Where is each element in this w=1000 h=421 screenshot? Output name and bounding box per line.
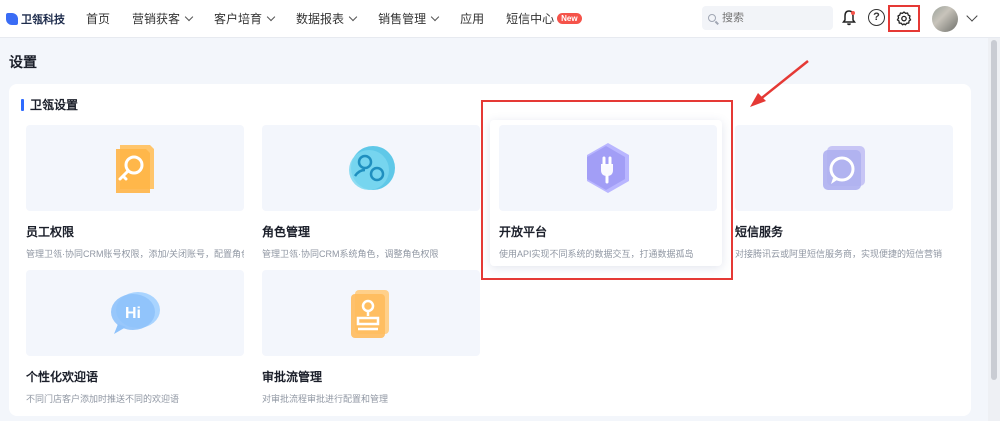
annotation-highlight-box	[481, 100, 733, 280]
users-icon	[349, 146, 395, 190]
card-thumb	[26, 125, 244, 211]
nav-label: 短信中心	[506, 12, 555, 26]
card-title: 员工权限	[26, 225, 75, 239]
logo[interactable]: 卫瓴科技	[0, 11, 78, 27]
message-icon	[823, 146, 865, 190]
chat-hi-icon: Hi	[111, 292, 160, 334]
card-title: 审批流管理	[262, 370, 323, 384]
card-approval-flow[interactable]: 审批流管理 对审批流程审批进行配置和管理	[262, 270, 480, 405]
section-title-text: 卫瓴设置	[30, 98, 79, 112]
nav-item-nurture[interactable]: 客户培育	[206, 0, 288, 38]
card-role-management[interactable]: 角色管理 管理卫瓴·协同CRM系统角色，调整角色权限	[262, 125, 480, 260]
bell-icon[interactable]	[842, 10, 856, 26]
card-desc: 不同门店客户添加时推送不同的欢迎语	[26, 394, 180, 404]
chevron-down-icon	[348, 12, 358, 22]
card-welcome-message[interactable]: Hi 个性化欢迎语 不同门店客户添加时推送不同的欢迎语	[26, 270, 244, 405]
page-title: 设置	[9, 54, 37, 70]
nav-label: 客户培育	[214, 12, 263, 26]
gear-icon	[896, 10, 912, 25]
search-box[interactable]	[702, 6, 833, 30]
help-icon[interactable]: ?	[868, 9, 885, 26]
card-desc: 管理卫瓴·协同CRM账号权限，添加/关闭账号，配置角色	[26, 249, 244, 259]
stamp-icon	[351, 290, 389, 338]
avatar[interactable]	[932, 6, 958, 32]
chevron-down-icon	[184, 12, 194, 22]
card-thumb	[262, 270, 480, 356]
section-accent-bar	[21, 98, 24, 111]
nav-label: 应用	[460, 12, 485, 26]
new-badge: New	[557, 13, 582, 24]
nav-item-reports[interactable]: 数据报表	[288, 0, 370, 38]
nav-item-apps[interactable]: 应用	[452, 0, 498, 38]
card-desc: 对接腾讯云或阿里短信服务商，实现便捷的短信营销	[735, 249, 943, 259]
card-thumb	[735, 125, 953, 211]
nav-item-marketing[interactable]: 营销获客	[124, 0, 206, 38]
card-sms-service[interactable]: 短信服务 对接腾讯云或阿里短信服务商，实现便捷的短信营销	[735, 125, 953, 260]
card-title: 角色管理	[262, 225, 311, 239]
chevron-down-icon	[266, 12, 276, 22]
card-employee-permissions[interactable]: 员工权限 管理卫瓴·协同CRM账号权限，添加/关闭账号，配置角色	[26, 125, 244, 260]
section-title: 卫瓴设置	[21, 96, 78, 113]
nav-item-sms-center[interactable]: 短信中心 New	[498, 0, 595, 38]
search-icon	[708, 14, 716, 22]
main-nav: 首页 营销获客 客户培育 数据报表 销售管理 应用 短信中心 New	[78, 0, 596, 38]
nav-label: 销售管理	[378, 12, 427, 26]
nav-label: 数据报表	[296, 12, 345, 26]
scrollbar-thumb[interactable]	[991, 40, 997, 380]
card-title: 短信服务	[735, 225, 784, 239]
card-thumb: Hi	[26, 270, 244, 356]
chevron-down-icon	[430, 12, 440, 22]
logo-text: 卫瓴科技	[21, 13, 65, 26]
nav-item-sales[interactable]: 销售管理	[370, 0, 452, 38]
search-input[interactable]	[722, 12, 822, 24]
key-icon	[116, 145, 154, 193]
logo-mark-icon	[6, 12, 18, 25]
settings-button[interactable]	[888, 5, 920, 32]
card-thumb	[262, 125, 480, 211]
card-title: 个性化欢迎语	[26, 370, 99, 384]
svg-text:Hi: Hi	[125, 305, 141, 322]
annotation-arrow-icon	[750, 60, 809, 107]
card-desc: 管理卫瓴·协同CRM系统角色，调整角色权限	[262, 249, 439, 259]
nav-label: 首页	[86, 12, 111, 26]
card-desc: 对审批流程审批进行配置和管理	[262, 394, 389, 404]
nav-label: 营销获客	[132, 12, 181, 26]
nav-item-home[interactable]: 首页	[78, 0, 124, 38]
